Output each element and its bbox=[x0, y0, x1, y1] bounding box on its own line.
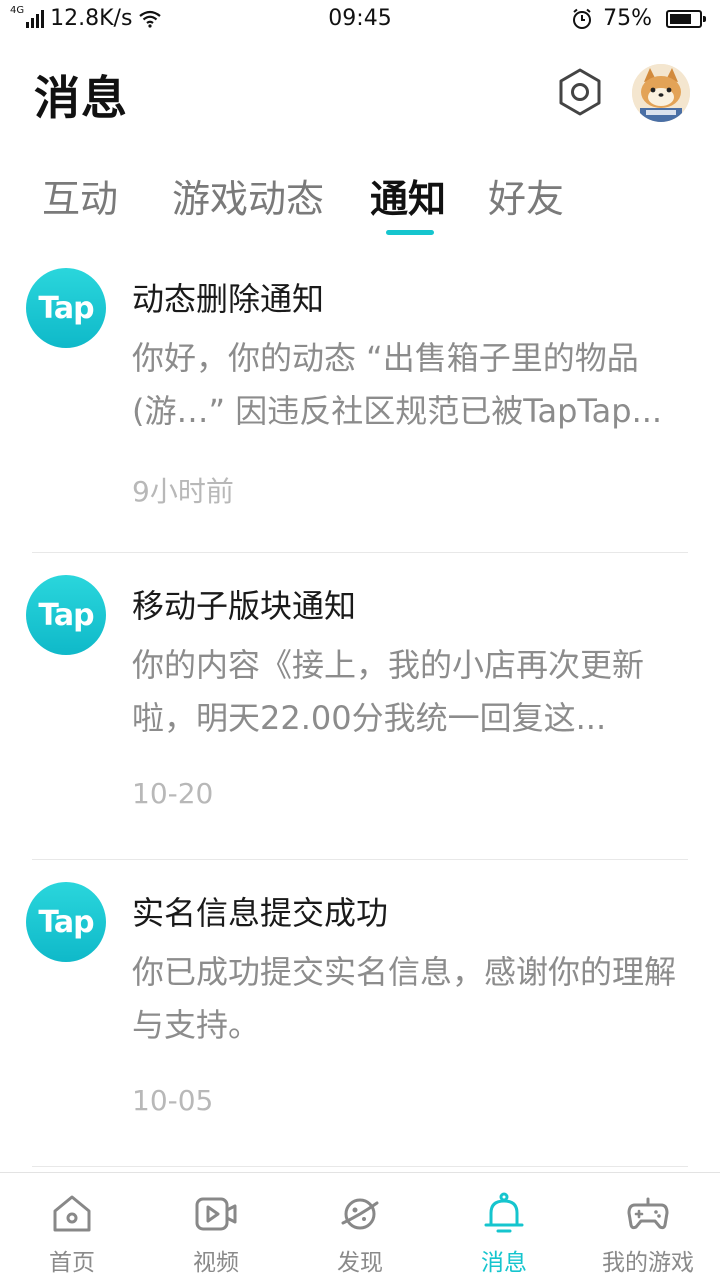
avatar-image bbox=[632, 64, 690, 122]
tab-bar: 互动 游戏动态 通知 好友 bbox=[0, 168, 720, 238]
battery-percent: 75% bbox=[603, 6, 652, 31]
nav-item-home[interactable]: 首页 bbox=[0, 1173, 144, 1280]
nav-item-discover[interactable]: 发现 bbox=[288, 1173, 432, 1280]
gear-hexagon-icon[interactable] bbox=[554, 66, 606, 118]
notification-title: 动态删除通知 bbox=[132, 280, 325, 318]
nav-label: 发现 bbox=[337, 1250, 383, 1276]
nav-item-my-games[interactable]: 我的游戏 bbox=[576, 1173, 720, 1280]
status-bar: 4G 12.8K/s 09:45 75% bbox=[0, 0, 720, 38]
notification-time: 10-20 bbox=[132, 777, 214, 810]
nav-label: 消息 bbox=[481, 1250, 527, 1276]
tab-interaction[interactable]: 互动 bbox=[42, 168, 118, 223]
notification-body: 你好，你的动态 “出售箱子里的物品(游…” 因违反社区规范已被TapTap... bbox=[132, 339, 663, 430]
page-title: 消息 bbox=[34, 71, 128, 125]
notification-time: 10-05 bbox=[132, 1084, 214, 1117]
notification-time: 9小时前 bbox=[132, 475, 234, 508]
notification-title: 实名信息提交成功 bbox=[132, 894, 389, 932]
tab-notifications[interactable]: 通知 bbox=[370, 168, 446, 223]
taptap-logo-icon: Tap bbox=[26, 882, 106, 962]
taptap-logo-icon: Tap bbox=[26, 268, 106, 348]
video-icon bbox=[195, 1197, 237, 1231]
notification-body: 你的内容《接上，我的小店再次更新啦，明天22.00分我统一回复这... bbox=[132, 646, 645, 737]
page-header: 消息 bbox=[0, 58, 720, 134]
tab-game-updates[interactable]: 游戏动态 bbox=[172, 168, 324, 223]
notification-list: Tap 动态删除通知 你好，你的动态 “出售箱子里的物品(游…” 因违反社区规范… bbox=[0, 246, 720, 1167]
nav-label: 首页 bbox=[49, 1250, 95, 1276]
status-right: 75% bbox=[571, 6, 706, 31]
gamepad-icon bbox=[627, 1197, 669, 1230]
taptap-logo-icon: Tap bbox=[26, 575, 106, 655]
avatar[interactable] bbox=[632, 64, 690, 122]
notification-body: 你已成功提交实名信息，感谢你的理解与支持。 bbox=[132, 953, 677, 1044]
bottom-nav: 首页 视频 发现 消息 我的游戏 bbox=[0, 1172, 720, 1280]
nav-item-messages[interactable]: 消息 bbox=[432, 1173, 576, 1280]
divider bbox=[32, 1166, 688, 1167]
nav-label: 我的游戏 bbox=[602, 1250, 694, 1276]
notification-item[interactable]: Tap 实名信息提交成功 你已成功提交实名信息，感谢你的理解与支持。 10-05 bbox=[0, 860, 720, 1167]
home-icon bbox=[53, 1195, 91, 1232]
nav-item-video[interactable]: 视频 bbox=[144, 1173, 288, 1280]
notification-title: 移动子版块通知 bbox=[132, 587, 357, 625]
bell-icon bbox=[484, 1192, 524, 1233]
alarm-icon bbox=[573, 8, 592, 29]
notification-item[interactable]: Tap 动态删除通知 你好，你的动态 “出售箱子里的物品(游…” 因违反社区规范… bbox=[0, 246, 720, 553]
battery-fill bbox=[670, 13, 691, 24]
battery-icon bbox=[666, 9, 706, 28]
tab-friends[interactable]: 好友 bbox=[488, 168, 564, 223]
nav-label: 视频 bbox=[193, 1250, 239, 1276]
active-tab-indicator bbox=[386, 230, 434, 235]
planet-icon bbox=[341, 1198, 379, 1230]
notification-item[interactable]: Tap 移动子版块通知 你的内容《接上，我的小店再次更新啦，明天22.00分我统… bbox=[0, 553, 720, 860]
